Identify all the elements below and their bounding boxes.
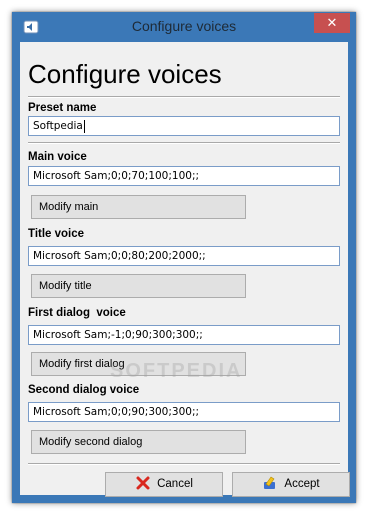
modify-title-button[interactable]: Modify title bbox=[31, 274, 246, 298]
red-x-icon bbox=[136, 476, 150, 490]
softpedia-watermark: SOFTPEDIA bbox=[110, 360, 243, 382]
divider bbox=[28, 96, 340, 98]
dialog-body: Configure voices Preset name Softpedia M… bbox=[20, 42, 350, 497]
cancel-button[interactable]: Cancel bbox=[105, 472, 223, 497]
modify-second-dialog-button[interactable]: Modify second dialog bbox=[31, 430, 246, 454]
title-bar[interactable]: Configure voices ✕ bbox=[12, 12, 356, 41]
cancel-label: Cancel bbox=[157, 478, 193, 490]
page-title: Configure voices bbox=[28, 59, 222, 89]
accept-label: Accept bbox=[284, 478, 320, 490]
preset-name-label: Preset name bbox=[28, 102, 97, 114]
divider bbox=[28, 142, 340, 144]
accept-button[interactable]: Accept bbox=[232, 472, 350, 497]
second-dialog-voice-label: Second dialog voice bbox=[28, 384, 140, 396]
preset-name-value: Softpedia bbox=[33, 120, 83, 132]
modify-main-button[interactable]: Modify main bbox=[31, 195, 246, 219]
title-voice-label: Title voice bbox=[28, 228, 85, 240]
main-voice-label: Main voice bbox=[28, 151, 87, 163]
first-dialog-voice-input[interactable]: Microsoft Sam;-1;0;90;300;300;; bbox=[28, 325, 340, 345]
title-voice-input[interactable]: Microsoft Sam;0;0;80;200;2000;; bbox=[28, 246, 340, 266]
window-title: Configure voices bbox=[131, 18, 237, 34]
configure-voices-window: Configure voices ✕ Configure voices Pres… bbox=[12, 12, 356, 503]
second-dialog-voice-input[interactable]: Microsoft Sam;0;0;90;300;300;; bbox=[28, 402, 340, 422]
text-caret bbox=[83, 119, 85, 133]
accept-icon bbox=[264, 476, 276, 489]
close-button[interactable]: ✕ bbox=[314, 13, 350, 33]
divider bbox=[28, 463, 340, 465]
first-dialog-voice-label: First dialog voice bbox=[28, 307, 126, 319]
preset-name-input[interactable]: Softpedia bbox=[28, 116, 340, 136]
main-voice-input[interactable]: Microsoft Sam;0;0;70;100;100;; bbox=[28, 166, 340, 186]
